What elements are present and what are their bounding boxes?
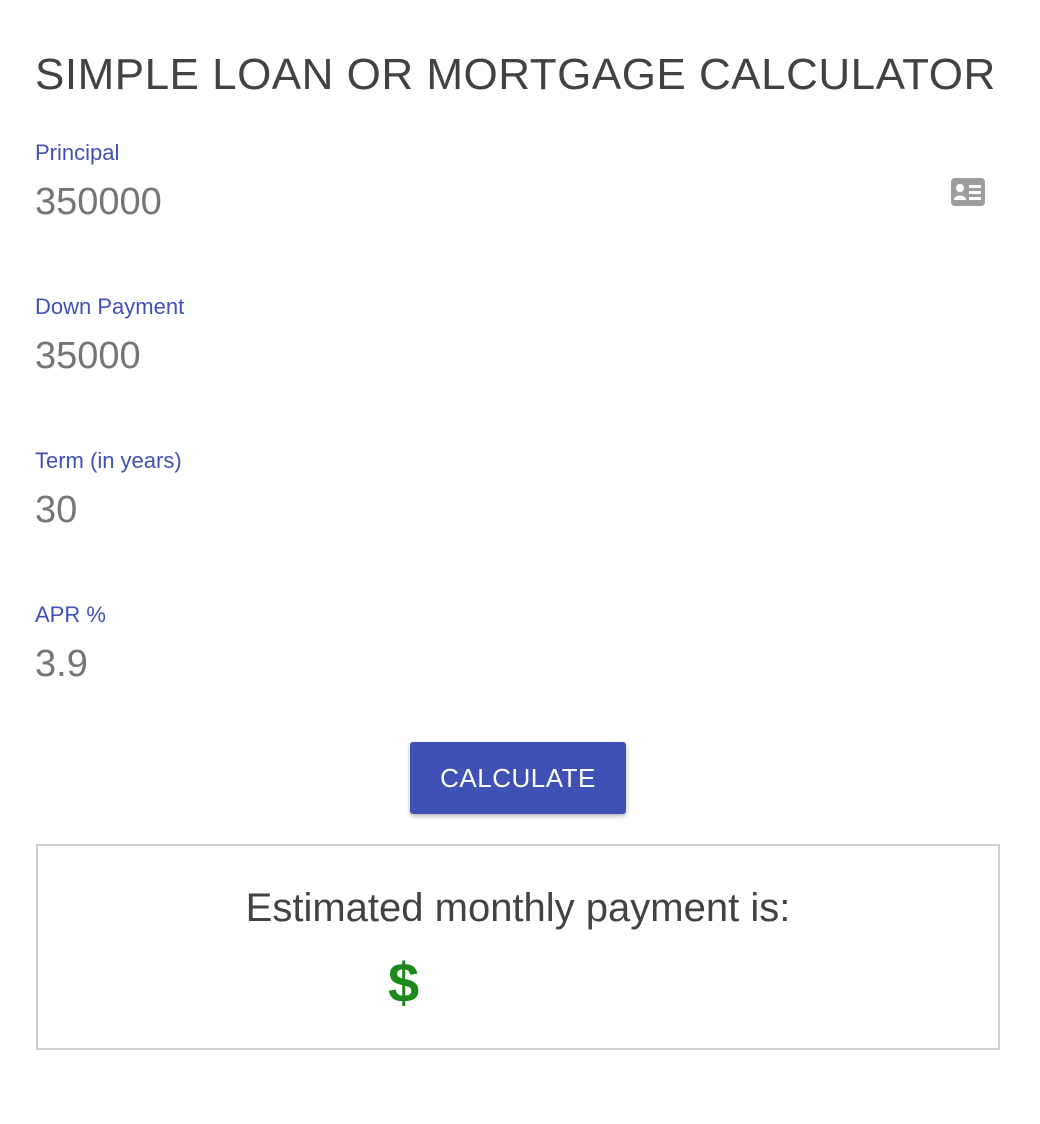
apr-field: APR % bbox=[35, 602, 1005, 712]
principal-label: Principal bbox=[35, 140, 120, 165]
principal-input[interactable] bbox=[35, 178, 935, 226]
calculate-button[interactable]: CALCULATE bbox=[410, 742, 626, 814]
down-payment-label: Down Payment bbox=[35, 294, 185, 319]
page-title: SIMPLE LOAN OR MORTGAGE CALCULATOR bbox=[35, 50, 996, 99]
term-label: Term (in years) bbox=[35, 448, 182, 473]
result-panel: Estimated monthly payment is: $ bbox=[36, 844, 1000, 1050]
down-payment-field: Down Payment bbox=[35, 294, 1005, 404]
term-input[interactable] bbox=[35, 486, 935, 534]
term-field: Term (in years) bbox=[35, 448, 1005, 558]
result-heading: Estimated monthly payment is: bbox=[245, 886, 791, 930]
contact-card-icon[interactable] bbox=[951, 178, 985, 206]
currency-symbol: $ bbox=[388, 951, 420, 1014]
apr-label: APR % bbox=[35, 602, 106, 627]
down-payment-input[interactable] bbox=[35, 332, 935, 380]
apr-input[interactable] bbox=[35, 640, 935, 688]
calculator-page: SIMPLE LOAN OR MORTGAGE CALCULATOR Princ… bbox=[0, 0, 1040, 1124]
contact-card-icon-glyph bbox=[951, 178, 985, 206]
principal-field: Principal bbox=[35, 140, 1005, 250]
